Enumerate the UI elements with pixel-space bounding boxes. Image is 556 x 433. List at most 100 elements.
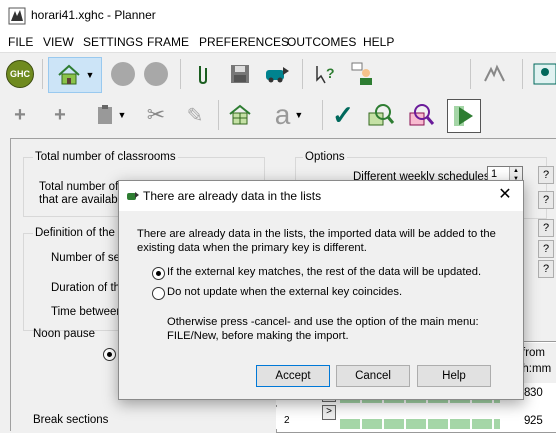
options-label: Options <box>303 151 347 163</box>
accept-button[interactable]: Accept <box>256 365 330 387</box>
house-grid-icon <box>229 104 251 125</box>
menu-view[interactable]: VIEW <box>43 35 74 49</box>
question-arrow-icon: ? <box>316 65 335 84</box>
menu-bar: FILE VIEW SETTINGS FRAME PREFERENCES OUT… <box>0 32 556 52</box>
home-dropdown-button[interactable]: ▼ <box>48 57 102 93</box>
no-update-option-radio[interactable] <box>152 287 165 300</box>
help-tool-button[interactable]: ? <box>310 59 340 89</box>
paperclip-icon <box>199 66 207 85</box>
noon-pause-label: Noon pause <box>33 328 96 340</box>
weekly-schedules-value: 1 <box>491 168 498 180</box>
help-button[interactable]: ? <box>538 260 554 278</box>
dialog-message-line1: There are already data in the lists, the… <box>137 228 496 240</box>
house-calc-button[interactable] <box>225 100 255 130</box>
add-row-button[interactable]: + <box>5 100 35 130</box>
chat-user-button[interactable] <box>348 59 378 89</box>
menu-file[interactable]: FILE <box>8 35 33 49</box>
plus-plus-icon: + <box>54 103 66 126</box>
checkmark-icon: ✓ <box>332 99 354 130</box>
toolbar-separator <box>522 59 523 89</box>
magnifier-pink-icon <box>409 104 435 126</box>
duration-label: Duration of the <box>51 282 127 294</box>
menu-help[interactable]: HELP <box>363 35 394 49</box>
update-option-label[interactable]: If the external key matches, the rest of… <box>167 265 481 280</box>
users-button[interactable] <box>530 59 556 89</box>
export-button[interactable] <box>262 59 292 89</box>
magnifier-grid-icon <box>368 104 395 126</box>
noon-pause-radio[interactable] <box>103 348 116 361</box>
people-tools-icon <box>484 64 505 82</box>
update-option-radio[interactable] <box>152 267 165 280</box>
pen-icon: ✎ <box>186 104 204 127</box>
attach-button[interactable] <box>188 59 218 89</box>
dialog-note-line2: FILE/New, before making the import. <box>167 330 349 342</box>
help-dialog-button[interactable]: Help <box>417 365 491 387</box>
font-dropdown-button[interactable]: a ▼ <box>266 99 312 130</box>
users-icon <box>533 63 556 85</box>
ghc-logo-text: GHC <box>6 60 34 88</box>
help-button[interactable]: ? <box>538 191 554 209</box>
time-between-label: Time between <box>51 306 123 318</box>
scissors-icon: ✂ <box>146 102 166 127</box>
chevron-down-icon: ▼ <box>117 110 127 120</box>
search-pink-button[interactable] <box>407 100 437 130</box>
chevron-down-icon: ▼ <box>85 70 95 80</box>
add-multiple-button[interactable]: + <box>45 100 75 130</box>
total-classrooms-label: Total number of classrooms <box>33 151 178 163</box>
app-icon <box>8 7 26 25</box>
dialog-body: There are already data in the lists, the… <box>119 211 523 351</box>
clipboard-icon <box>97 105 112 124</box>
window-title: horari41.xghc - Planner <box>31 8 156 22</box>
toolbar-separator <box>42 59 43 89</box>
close-icon[interactable]: ✕ <box>494 184 516 206</box>
chevron-down-icon: ▼ <box>294 110 304 120</box>
total-number-label: Total number of <box>39 181 119 193</box>
house-icon <box>57 64 80 85</box>
floppy-disk-icon <box>231 65 249 83</box>
grid-row-2: 2 > 9 <box>276 405 546 429</box>
help-button[interactable]: ? <box>538 219 554 237</box>
main-toolbar: GHC ▼ ? <box>0 52 556 95</box>
save-button[interactable] <box>225 59 255 89</box>
minute-cell: 25 <box>530 415 543 427</box>
cancel-button[interactable]: Cancel <box>336 365 410 387</box>
dialog-note-line1: Otherwise press -cancel- and use the opt… <box>167 316 479 328</box>
disabled-circle-icon <box>144 62 168 86</box>
search-grid-button[interactable] <box>366 100 396 130</box>
help-button[interactable]: ? <box>538 166 554 184</box>
plus-icon: + <box>14 103 26 126</box>
row-arrow-button[interactable]: > <box>322 405 336 420</box>
circle-button-2[interactable] <box>141 59 171 89</box>
circle-button-1[interactable] <box>108 59 138 89</box>
cut-button[interactable]: ✂ <box>141 100 171 130</box>
svg-text:?: ? <box>326 65 335 81</box>
edit-button[interactable]: ✎ <box>180 100 210 130</box>
menu-outcomes[interactable]: OUTCOMES <box>287 35 356 49</box>
dialog-message-line2: existing data when the primary key is di… <box>137 242 367 254</box>
menu-frame[interactable]: FRAME <box>147 35 189 49</box>
menu-preferences[interactable]: PREFERENCES <box>199 35 289 49</box>
toolbar-separator <box>470 59 471 89</box>
toolbar-separator <box>322 100 323 130</box>
toolbar-separator <box>180 59 181 89</box>
no-update-option-label[interactable]: Do not update when the external key coin… <box>167 285 402 300</box>
ghc-logo-button[interactable]: GHC <box>5 59 35 89</box>
available-label: that are available <box>39 194 127 206</box>
slot-strip <box>340 419 500 429</box>
menu-settings[interactable]: SETTINGS <box>83 35 143 49</box>
break-sections-label: Break sections <box>33 414 109 426</box>
help-button[interactable]: ? <box>538 240 554 258</box>
from-header: from <box>522 347 545 359</box>
font-a-icon: a <box>274 99 291 130</box>
paste-dropdown-button[interactable]: ▼ <box>88 100 134 130</box>
tools-button[interactable] <box>480 59 510 89</box>
check-button[interactable]: ✓ <box>328 100 358 130</box>
dialog-app-icon <box>127 192 139 200</box>
title-bar: horari41.xghc - Planner <box>0 0 556 32</box>
user-chat-icon <box>351 62 372 85</box>
toolbar-separator <box>218 100 219 130</box>
import-dialog: There are already data in the lists ✕ Th… <box>118 180 524 400</box>
minute-cell: 30 <box>530 387 543 399</box>
run-button[interactable] <box>447 99 481 133</box>
play-icon <box>454 106 473 126</box>
